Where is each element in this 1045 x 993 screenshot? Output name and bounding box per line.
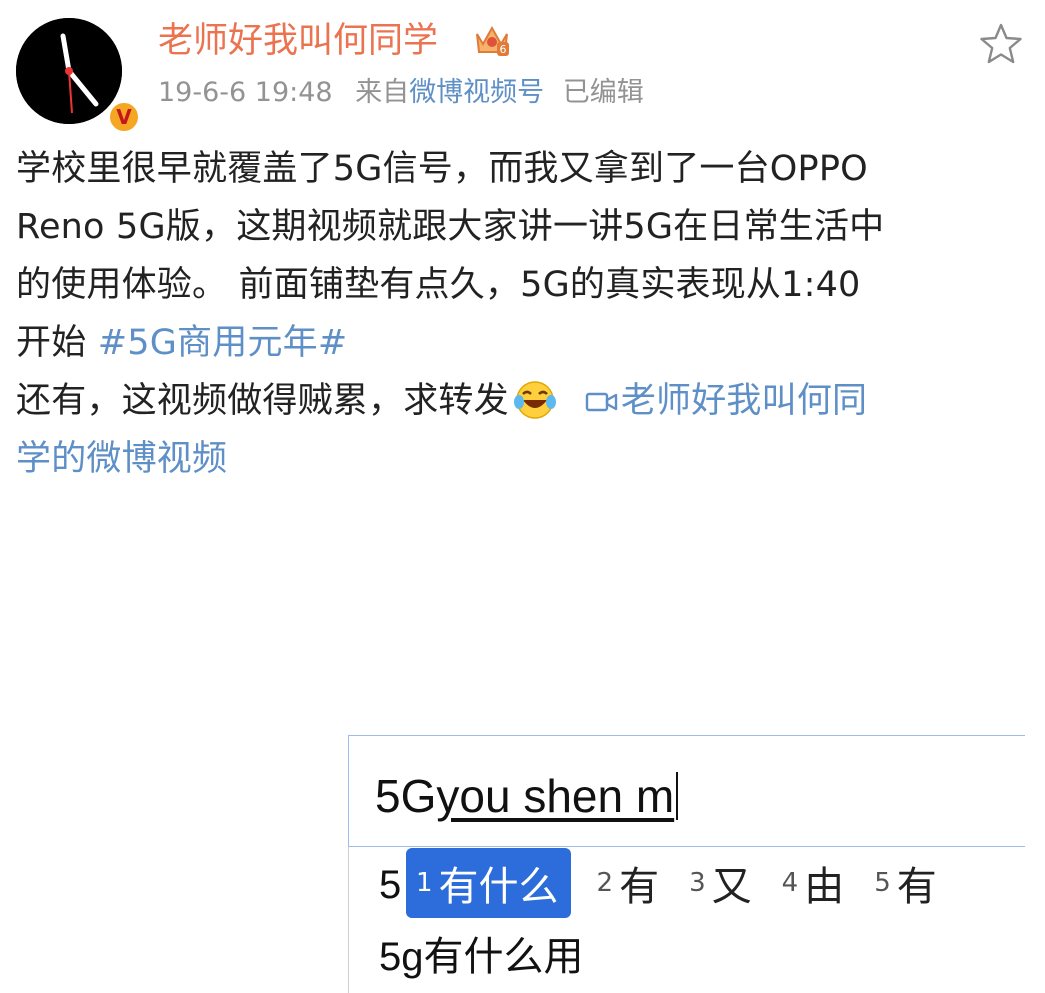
post-line-text: 开始 — [16, 323, 98, 363]
ime-candidate[interactable]: 2有 — [597, 848, 660, 918]
post-line: 学校里很早就覆盖了5G信号，而我又拿到了一台OPPO — [16, 149, 868, 189]
ime-candidate-text: 有 — [619, 864, 660, 910]
source-link[interactable]: 微博视频号 — [409, 77, 544, 108]
ime-candidate-selected[interactable]: 1 有什么 — [406, 848, 571, 918]
ime-candidate-text: 有什么 — [438, 864, 559, 910]
post-meta: 19-6-6 19:48 来自微博视频号 已编辑 — [158, 74, 644, 112]
ime-candidate-text: 又 — [711, 864, 752, 910]
laugh-cry-emoji-icon — [513, 381, 556, 419]
ime-candidate[interactable]: 3又 — [689, 848, 752, 918]
favorite-star-icon[interactable] — [978, 22, 1024, 66]
watch-face-icon — [16, 18, 122, 124]
verified-badge-icon: V — [107, 100, 141, 134]
video-link[interactable]: 老师好我叫何同 — [621, 381, 867, 421]
vip-crown-icon[interactable]: 6 — [473, 22, 511, 58]
ime-candidate[interactable]: 4由 — [782, 848, 845, 918]
suggestion-item[interactable]: 5g有什么用 — [379, 927, 584, 987]
ime-candidate-number: 3 — [689, 868, 706, 898]
ime-candidate-text: 由 — [804, 864, 845, 910]
post-line: 还有，这视频做得贼累，求转发 老师好我叫何同 — [16, 372, 1028, 430]
post-line: Reno 5G版，这期视频就跟大家讲一讲5G在日常生活中 — [16, 207, 885, 247]
video-link-continued[interactable]: 学的微博视频 — [16, 439, 227, 479]
ime-candidate-number: 5 — [874, 868, 891, 898]
ime-candidate-text: 有 — [896, 864, 937, 910]
ime-candidate-number: 1 — [416, 868, 433, 898]
from-label: 来自 — [355, 77, 410, 108]
search-input-text: 5Gyou shen m — [375, 766, 679, 826]
suggestion-item[interactable]: 5 — [379, 855, 401, 915]
post-line: 开始 #5G商用元年# — [16, 314, 1028, 372]
post-date: 19-6-6 19:48 — [158, 77, 333, 108]
post-text: 学校里很早就覆盖了5G信号，而我又拿到了一台OPPO Reno 5G版，这期视频… — [16, 140, 1028, 488]
post-line-text: 还有，这视频做得贼累，求转发 — [16, 381, 509, 421]
username[interactable]: 老师好我叫何同学 — [158, 18, 438, 64]
typed-pinyin: you shen m — [436, 770, 675, 822]
avatar[interactable]: V — [16, 18, 141, 134]
edited-label: 已编辑 — [562, 77, 644, 108]
post-line: 学的微博视频 — [16, 430, 1028, 488]
search-input[interactable]: 5Gyou shen m — [348, 735, 1025, 847]
ime-candidate-number: 2 — [596, 868, 614, 898]
typed-prefix: 5G — [375, 770, 437, 822]
hashtag-link[interactable]: #5G商用元年# — [98, 323, 348, 363]
ime-candidate[interactable]: 5有 — [874, 848, 937, 918]
svg-text:6: 6 — [500, 43, 507, 56]
post-line: 的使用体验。 前面铺垫有点久，5G的真实表现从1:40 — [16, 265, 861, 305]
ime-candidate-bar: 1 有什么 2有 3又 4由 5有 — [406, 848, 1045, 918]
video-camera-icon[interactable] — [585, 388, 619, 416]
ime-candidate-number: 4 — [781, 868, 799, 898]
text-caret — [676, 772, 679, 820]
